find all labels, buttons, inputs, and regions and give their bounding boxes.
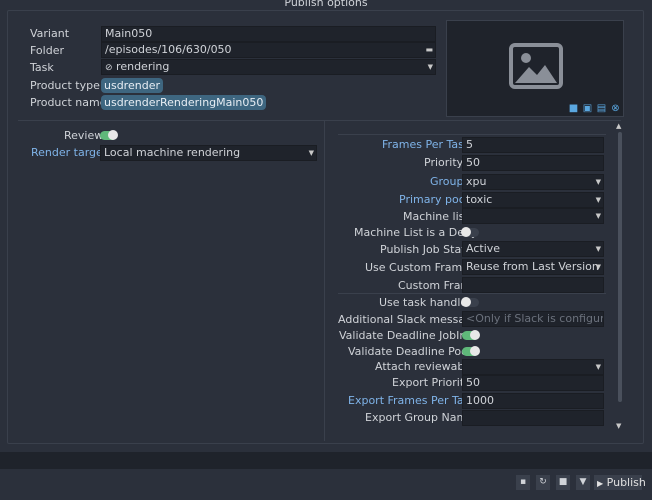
column-divider xyxy=(324,121,325,441)
attach-reviewable-label: Attach reviewable xyxy=(375,360,475,373)
folder-browse-icon[interactable]: ▬ xyxy=(425,43,433,57)
validate-pools-toggle[interactable] xyxy=(462,346,480,356)
additional-slack-input[interactable]: <Only if Slack is configured> xyxy=(462,311,604,327)
separator xyxy=(338,293,606,294)
publish-job-state-dropdown[interactable]: Active ▼ xyxy=(462,241,604,257)
use-task-handles-toggle[interactable] xyxy=(461,297,479,307)
stop-icon: ■ xyxy=(558,477,568,487)
chevron-down-icon: ▼ xyxy=(308,149,314,157)
publish-button[interactable]: ▶ Publish xyxy=(593,474,646,491)
attach-reviewable-dropdown[interactable]: ▼ xyxy=(462,359,604,375)
task-value: rendering xyxy=(116,60,170,73)
chevron-down-icon: ▼ xyxy=(427,63,433,71)
product-name-value: usdrenderRenderingMain050 xyxy=(101,95,267,110)
validate-button[interactable]: ▼ xyxy=(575,474,591,491)
machine-list-deny-label: Machine List is a Deny xyxy=(354,226,478,239)
frames-per-task-label: Frames Per Task xyxy=(382,138,471,151)
priority-label: Priority xyxy=(424,156,464,169)
section-divider xyxy=(18,120,621,121)
paste-icon[interactable]: ▣ xyxy=(582,103,593,114)
chevron-down-icon: ▼ xyxy=(595,363,601,371)
scroll-up-icon[interactable]: ▲ xyxy=(616,122,621,130)
check-circle-icon: ⊘ xyxy=(105,63,113,73)
use-custom-frames-dropdown[interactable]: Reuse from Last Version ▼ xyxy=(462,259,604,275)
machine-list-label: Machine list xyxy=(403,210,469,223)
publish-job-state-label: Publish Job State xyxy=(380,243,473,256)
folder-input[interactable]: /episodes/106/630/050 ▬ xyxy=(101,42,436,58)
use-custom-frames-value: Reuse from Last Version xyxy=(466,260,599,273)
chevron-down-icon: ▼ xyxy=(595,196,601,204)
group-dropdown[interactable]: xpu ▼ xyxy=(462,174,604,190)
group-label: Group xyxy=(430,175,464,188)
export-frames-per-task-input[interactable]: 1000 xyxy=(462,393,604,409)
frames-per-task-input[interactable]: 5 xyxy=(462,137,604,153)
export-priority-input[interactable]: 50 xyxy=(462,375,604,391)
publish-job-state-value: Active xyxy=(466,242,501,255)
primary-pool-dropdown[interactable]: toxic ▼ xyxy=(462,192,604,208)
save-button[interactable]: ▪ xyxy=(515,474,531,491)
close-icon[interactable]: ⊗ xyxy=(610,103,621,114)
save-icon: ▪ xyxy=(519,477,527,487)
validate-jobinfo-toggle[interactable] xyxy=(462,330,480,340)
variant-input[interactable]: Main050 xyxy=(101,26,436,42)
message-bar xyxy=(0,452,652,469)
chevron-down-icon: ▼ xyxy=(595,178,601,186)
group-value: xpu xyxy=(466,175,487,188)
image-placeholder-icon xyxy=(509,43,563,89)
product-type-value: usdrender xyxy=(101,78,163,93)
task-label: Task xyxy=(30,61,54,74)
product-name-label: Product name xyxy=(30,96,107,109)
validate-jobinfo-label: Validate Deadline JobInfo xyxy=(339,329,477,342)
validate-icon: ▼ xyxy=(579,477,587,487)
export-frames-per-task-label: Export Frames Per Task xyxy=(348,394,476,407)
render-target-label: Render target xyxy=(31,146,108,159)
use-custom-frames-label: Use Custom Frames xyxy=(365,261,475,274)
primary-pool-value: toxic xyxy=(466,193,493,206)
render-target-dropdown[interactable]: Local machine rendering ▼ xyxy=(100,145,317,161)
folder-value: /episodes/106/630/050 xyxy=(105,43,232,56)
export-priority-label: Export Priority xyxy=(392,376,471,389)
primary-pool-label: Primary pool xyxy=(399,193,469,206)
review-label: Review xyxy=(64,129,104,142)
chevron-down-icon: ▼ xyxy=(595,212,601,220)
stop-button[interactable]: ■ xyxy=(555,474,571,491)
folder-icon[interactable]: ▤ xyxy=(596,103,607,114)
machine-list-deny-toggle[interactable] xyxy=(461,227,479,237)
review-toggle[interactable] xyxy=(100,130,118,140)
chevron-down-icon: ▼ xyxy=(595,263,601,271)
window-title: Publish options xyxy=(284,0,368,9)
folder-label: Folder xyxy=(30,44,64,57)
camera-icon[interactable]: ■ xyxy=(568,103,579,114)
machine-list-dropdown[interactable]: ▼ xyxy=(462,208,604,224)
task-dropdown[interactable]: ⊘ rendering ▼ xyxy=(101,59,436,75)
variant-label: Variant xyxy=(30,27,70,40)
refresh-button[interactable]: ↻ xyxy=(535,474,551,491)
options-scrollbar[interactable]: ▲ ▼ xyxy=(615,122,625,432)
publish-label: Publish xyxy=(606,476,646,489)
priority-input[interactable]: 50 xyxy=(462,155,604,171)
use-task-handles-label: Use task handles xyxy=(379,296,473,309)
play-icon: ▶ xyxy=(597,479,604,488)
thumbnail-area[interactable]: ■ ▣ ▤ ⊗ xyxy=(446,20,624,117)
additional-slack-label: Additional Slack message xyxy=(338,313,479,326)
export-group-name-input[interactable] xyxy=(462,410,604,426)
scroll-thumb[interactable] xyxy=(618,132,622,402)
export-group-name-label: Export Group Name xyxy=(365,411,474,424)
validate-pools-label: Validate Deadline Pools xyxy=(348,345,477,358)
scroll-down-icon[interactable]: ▼ xyxy=(616,422,621,430)
chevron-down-icon: ▼ xyxy=(595,245,601,253)
render-target-value: Local machine rendering xyxy=(104,146,241,159)
custom-frames-input[interactable] xyxy=(462,277,604,293)
product-type-label: Product type xyxy=(30,79,100,92)
refresh-icon: ↻ xyxy=(539,477,547,487)
